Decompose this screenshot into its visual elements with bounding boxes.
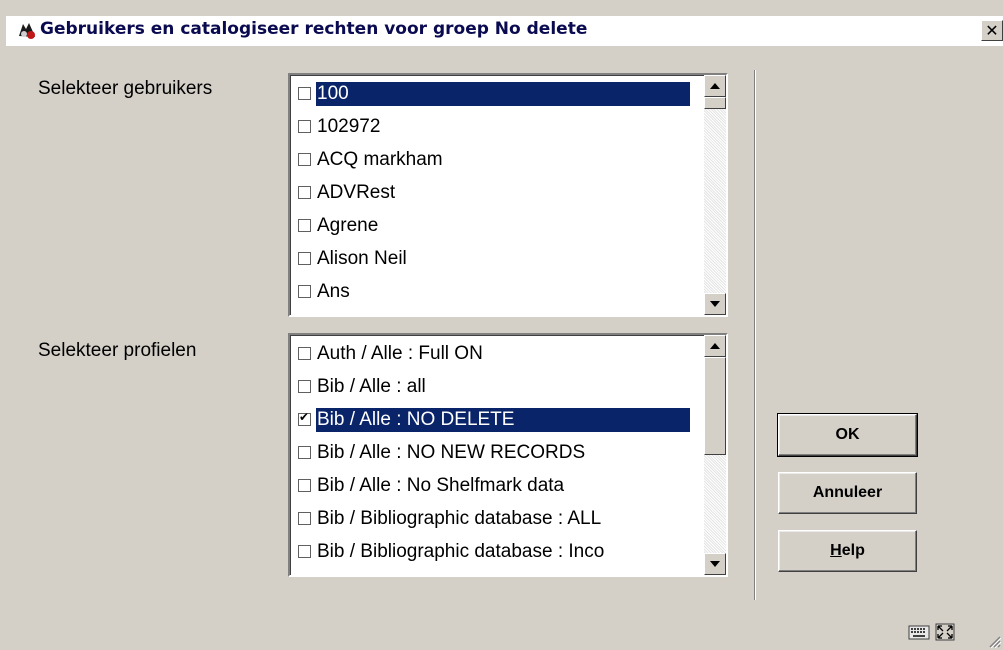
user-checkbox[interactable] <box>298 120 311 133</box>
scroll-up-button[interactable] <box>704 75 726 97</box>
users-label: Selekteer gebruikers <box>38 78 213 99</box>
resize-icon[interactable] <box>934 622 956 642</box>
user-checkbox[interactable] <box>298 252 311 265</box>
scroll-up-button[interactable] <box>704 335 726 357</box>
list-item-label: ACQ markham <box>317 149 443 170</box>
list-item-label: Bib / Alle : NO NEW RECORDS <box>317 442 586 463</box>
profile-checkbox-checked[interactable] <box>298 410 311 426</box>
list-item-label: Bib / Alle : NO DELETE <box>316 408 690 432</box>
users-scrollbar[interactable] <box>704 75 726 315</box>
arrow-down-icon <box>710 561 720 567</box>
profiles-label: Selekteer profielen <box>38 340 197 361</box>
users-listbox[interactable]: 100 102972 ACQ markham ADVRest Agrene Al… <box>288 73 728 317</box>
arrow-down-icon <box>710 301 720 307</box>
user-checkbox[interactable] <box>298 186 311 199</box>
close-button[interactable]: ✕ <box>981 20 1003 41</box>
list-item-label: Ans <box>317 281 350 302</box>
window-title: Gebruikers en catalogiseer rechten voor … <box>40 19 588 39</box>
list-item-label: Auth / Alle : Full ON <box>317 343 483 364</box>
list-item[interactable]: Bib / Bibliographic database : ALL <box>294 504 694 534</box>
close-icon: ✕ <box>985 21 999 40</box>
user-checkbox[interactable] <box>298 87 311 100</box>
list-item[interactable]: Auth / Alle : Full ON <box>294 339 694 369</box>
list-item[interactable]: Bib / Alle : NO NEW RECORDS <box>294 438 694 468</box>
dialog-window: Gebruikers en catalogiseer rechten voor … <box>0 0 1003 650</box>
list-item-label: Bib / Bibliographic database : Inco <box>317 541 605 562</box>
profile-checkbox[interactable] <box>298 512 311 525</box>
profiles-scrollbar[interactable] <box>704 335 726 575</box>
title-bar: Gebruikers en catalogiseer rechten voor … <box>6 16 1003 46</box>
list-item-label: 102972 <box>317 116 381 137</box>
ok-button[interactable]: OK <box>777 413 918 457</box>
list-item[interactable]: ADVRest <box>294 178 694 208</box>
help-button-mnemonic: H <box>830 542 842 559</box>
list-item[interactable]: 100 <box>294 79 694 109</box>
profiles-listbox[interactable]: Auth / Alle : Full ON Bib / Alle : all B… <box>288 333 728 577</box>
list-item[interactable]: Bib / Bibliographic database : Inco <box>294 537 694 567</box>
help-button-label: elp <box>841 542 865 559</box>
list-item[interactable]: Bib / Alle : No Shelfmark data <box>294 471 694 501</box>
help-button[interactable]: Help <box>778 530 917 572</box>
list-item-label: Alison Neil <box>317 248 407 269</box>
vertical-divider <box>754 70 756 600</box>
user-checkbox[interactable] <box>298 153 311 166</box>
cancel-button[interactable]: Annuleer <box>778 472 917 514</box>
profile-checkbox[interactable] <box>298 446 311 459</box>
list-item[interactable]: Bib / Alle : all <box>294 372 694 402</box>
list-item-label: Bib / Bibliographic database : ALL <box>317 508 602 529</box>
list-item-label: Bib / Alle : No Shelfmark data <box>317 475 565 496</box>
profile-checkbox[interactable] <box>298 479 311 492</box>
size-grip-icon[interactable] <box>987 634 1001 648</box>
scrollbar-thumb[interactable] <box>704 357 726 455</box>
scrollbar-thumb[interactable] <box>704 97 726 109</box>
list-item-label: Bib / Alle : all <box>317 376 426 397</box>
scroll-down-button[interactable] <box>704 293 726 315</box>
profile-checkbox[interactable] <box>298 347 311 360</box>
user-checkbox[interactable] <box>298 285 311 298</box>
list-item-label: 100 <box>316 82 690 106</box>
profile-checkbox[interactable] <box>298 380 311 393</box>
arrow-up-icon <box>710 83 720 89</box>
list-item-label: Agrene <box>317 215 379 236</box>
profile-checkbox[interactable] <box>298 545 311 558</box>
list-item-label: ADVRest <box>317 182 396 203</box>
list-item[interactable]: Agrene <box>294 211 694 241</box>
list-item[interactable]: ACQ markham <box>294 145 694 175</box>
list-item[interactable]: Bib / Alle : NO DELETE <box>294 405 694 435</box>
list-item[interactable]: 102972 <box>294 112 694 142</box>
arrow-up-icon <box>710 343 720 349</box>
keyboard-icon[interactable] <box>908 622 930 642</box>
cancel-button-label: Annuleer <box>812 484 883 501</box>
list-item[interactable]: Alison Neil <box>294 244 694 274</box>
app-logo-icon <box>17 22 37 40</box>
ok-button-label: OK <box>835 426 860 443</box>
scroll-down-button[interactable] <box>704 553 726 575</box>
user-checkbox[interactable] <box>298 219 311 232</box>
list-item[interactable]: Ans <box>294 277 694 307</box>
